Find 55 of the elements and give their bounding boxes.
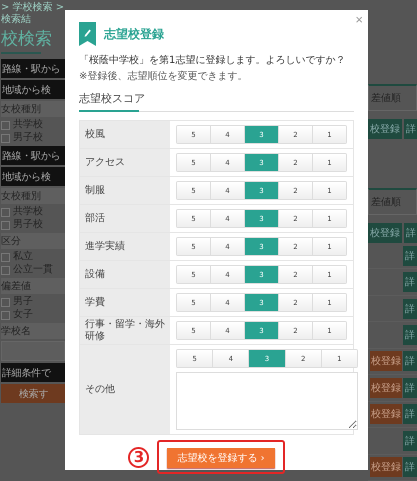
search-button[interactable]: 地域から検 — [1, 80, 65, 99]
checkbox[interactable] — [1, 208, 10, 216]
detail-button[interactable]: 詳 — [403, 298, 417, 319]
checkbox[interactable] — [1, 120, 10, 130]
column-header: 詳 — [404, 119, 417, 139]
score-label: アクセス — [80, 149, 170, 176]
score-label: 設備 — [80, 261, 170, 288]
detail-button[interactable]: 詳 — [403, 246, 417, 266]
column-header: 詳 — [404, 223, 417, 243]
register-button[interactable]: 校登録 — [370, 404, 402, 424]
pencil-bookmark-icon — [79, 22, 96, 46]
detail-button[interactable]: 詳 — [403, 404, 417, 424]
filter-label: 学校名 — [1, 323, 65, 339]
step-number: 3 — [128, 446, 150, 468]
checkbox[interactable] — [1, 252, 10, 262]
note-text: ※登録後、志望順位を変更できます。 — [79, 70, 248, 83]
search-button[interactable]: 詳細条件で — [1, 363, 65, 382]
detail-button[interactable]: 詳 — [403, 351, 417, 372]
page-heading: 校検索 — [1, 28, 52, 50]
register-button[interactable]: 校登録 — [370, 457, 402, 478]
detail-button[interactable]: 詳 — [403, 457, 417, 478]
detail-button[interactable]: 詳 — [403, 325, 417, 346]
search-button[interactable]: 検索す — [1, 384, 65, 403]
search-button[interactable]: 路線・駅から — [1, 59, 65, 78]
score-label: 進学実績 — [80, 233, 170, 260]
score-label: その他 — [80, 345, 170, 434]
search-button[interactable]: 地域から検 — [1, 167, 65, 186]
detail-button[interactable]: 詳 — [403, 430, 417, 451]
checkbox[interactable] — [1, 266, 10, 274]
checkbox[interactable] — [1, 310, 10, 320]
section-title: 志望校スコア — [79, 91, 354, 112]
score-label: 校風 — [80, 121, 170, 148]
detail-button[interactable]: 詳 — [403, 378, 417, 398]
dialog-title: 志望校登録 — [104, 26, 164, 42]
register-button[interactable]: 校登録 — [370, 378, 402, 398]
score-label: 部活 — [80, 205, 170, 232]
checkbox[interactable] — [1, 298, 10, 306]
register-button[interactable]: 校登録 — [370, 351, 402, 372]
school-name-field[interactable] — [1, 341, 65, 361]
detail-button[interactable]: 詳 — [403, 272, 417, 292]
filter-label: 偏差値 — [1, 278, 65, 294]
search-button[interactable]: 路線・駅から — [1, 146, 65, 165]
column-header: 校登録 — [368, 119, 402, 139]
checkbox[interactable] — [1, 220, 10, 230]
filter-label: 女校種別 — [1, 188, 65, 204]
score-label: 制服 — [80, 177, 170, 204]
comment-field[interactable] — [176, 372, 358, 430]
score-label: 行事・留学・海外研修 — [80, 317, 170, 344]
breadcrumb: > 学校検索 > 検索結 — [1, 2, 65, 26]
filter-label: 区分 — [1, 233, 65, 249]
score-label: 学費 — [80, 289, 170, 316]
confirm-message: 「桜蔭中学校」を第1志望に登録します。よろしいですか？ — [79, 54, 346, 67]
checkbox[interactable] — [1, 134, 10, 142]
filter-label: 女校種別 — [1, 101, 65, 117]
column-header: 校登録 — [368, 223, 402, 243]
